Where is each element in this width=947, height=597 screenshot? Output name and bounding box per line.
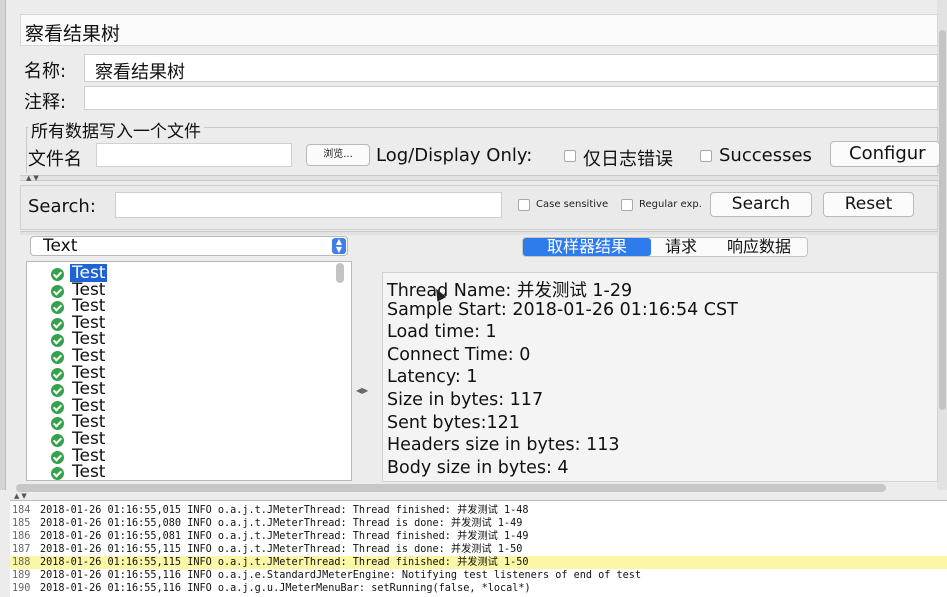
case-sensitive-checkbox[interactable] (518, 199, 530, 211)
success-check-icon (51, 434, 64, 447)
name-input-value: 察看结果树 (95, 62, 185, 83)
log-line: 186 2018-01-26 01:16:55,081 INFO o.a.j.t.… (10, 530, 947, 543)
success-check-icon (51, 467, 64, 480)
success-check-icon (51, 417, 64, 431)
result-line: Body size in bytes: 4 (387, 457, 569, 478)
result-line: Size in bytes: 117 (387, 390, 544, 410)
result-tabs: 取样器结果 请求 响应数据 (522, 237, 808, 257)
success-check-icon (51, 450, 64, 464)
results-tree[interactable]: Test Test Test Test Test Test Test Test Test Test… (26, 261, 352, 481)
log-line: 185 2018-01-26 01:16:55,080 INFO o.a.j.t.… (10, 517, 947, 530)
browse-button[interactable]: 浏览... (306, 144, 370, 166)
success-check-icon (51, 351, 64, 364)
vertical-splitter[interactable]: ◀▶ (356, 236, 368, 482)
tab-sampler-result[interactable]: 取样器结果 (523, 238, 651, 256)
log-display-only-label: Log/Display Only: (376, 145, 533, 166)
log-line: 187 2018-01-26 01:16:55,115 INFO o.a.j.t.… (10, 543, 947, 556)
log-line-number: 187 (12, 544, 31, 555)
select-arrows-icon: ▲ ▼ (332, 238, 346, 254)
result-line: Headers size in bytes: 113 (387, 435, 620, 456)
result-line: Sample Start: 2018-01-26 01:16:54 CST (387, 299, 738, 320)
search-button[interactable]: Search (710, 192, 812, 217)
regex-checkbox[interactable] (621, 199, 633, 211)
filename-input[interactable] (96, 143, 292, 167)
success-check-icon (51, 317, 64, 331)
log-line-number: 190 (12, 583, 31, 594)
panel-title: 察看结果树 (25, 23, 121, 45)
errors-only-checkbox[interactable] (564, 150, 576, 162)
result-line: Connect Time: 0 (387, 344, 531, 365)
reset-button[interactable]: Reset (823, 192, 914, 217)
log-line-text: 2018-01-26 01:16:55,116 INFO o.a.j.g.u.J… (40, 583, 531, 594)
configure-button[interactable]: Configur (830, 141, 940, 167)
file-group-title: 所有数据写入一个文件 (28, 117, 204, 142)
success-check-icon (51, 400, 64, 414)
name-label: 名称: (24, 61, 67, 82)
sampler-result-pane: Thread Name: 并发测试 1-29 Sample Start: 2018… (382, 272, 938, 482)
success-check-icon (51, 384, 64, 398)
result-line: Thread Name: 并发测试 1-29 (387, 281, 633, 301)
bottom-splitter-arrows-icon[interactable]: ▲▼ (14, 492, 29, 500)
middle-splitter[interactable] (20, 231, 938, 235)
tab-response-data[interactable]: 响应数据 (711, 238, 807, 256)
name-input[interactable]: 察看结果树 (84, 54, 938, 83)
search-input[interactable] (115, 192, 502, 218)
renderer-select-value: Text (43, 236, 78, 256)
tree-item-label: Test (72, 462, 106, 481)
log-line-number: 185 (12, 518, 31, 529)
success-check-icon (51, 284, 64, 298)
regex-label: Regular exp. (639, 199, 702, 210)
errors-only-label: 仅日志错误 (583, 149, 673, 170)
result-line: Sent bytes:121 (387, 412, 520, 433)
log-line: 184 2018-01-26 01:16:55,015 INFO o.a.j.t.… (10, 504, 947, 517)
success-check-icon (51, 268, 64, 281)
log-line-text: 2018-01-26 01:16:55,015 INFO o.a.j.t.JMe… (40, 505, 529, 516)
log-line-number: 184 (12, 505, 31, 516)
log-line: 189 2018-01-26 01:16:55,116 INFO o.a.j.e.… (10, 569, 947, 582)
log-line: 188 2018-01-26 01:16:55,115 INFO o.a.j.t.… (10, 556, 947, 569)
filename-label: 文件名 (28, 149, 82, 170)
result-line: Load time: 1 (387, 322, 497, 343)
log-line-text: 2018-01-26 01:16:55,115 INFO o.a.j.t.JMe… (40, 544, 523, 555)
log-line-text: 2018-01-26 01:16:55,115 INFO o.a.j.t.JMe… (40, 557, 529, 568)
renderer-select[interactable]: Text ▲ ▼ (30, 236, 348, 256)
log-line-text: 2018-01-26 01:16:55,116 INFO o.a.j.e.Sta… (40, 570, 642, 581)
tree-scrollbar-thumb[interactable] (336, 263, 344, 283)
left-panel-edge (0, 0, 6, 490)
log-line-text: 2018-01-26 01:16:55,080 INFO o.a.j.t.JMe… (40, 518, 523, 529)
log-line-number: 189 (12, 570, 31, 581)
splitter-grip-icon[interactable]: ◀▶ (356, 386, 368, 395)
log-line: 190 2018-01-26 01:16:55,116 INFO o.a.j.g.… (10, 582, 947, 595)
case-sensitive-label: Case sensitive (536, 199, 609, 210)
view-results-tree-panel: 察看结果树 名称: 察看结果树 注释: 所有数据写入一个文件 文件名 浏览...… (18, 0, 947, 490)
horizontal-scrollbar-thumb[interactable] (16, 484, 886, 492)
panel-title-bar: 察看结果树 (20, 14, 938, 46)
successes-label: Successes (719, 145, 812, 166)
comment-input[interactable] (84, 86, 938, 110)
result-line: Latency: 1 (387, 367, 478, 388)
successes-checkbox[interactable] (700, 150, 712, 162)
log-line-number: 186 (12, 531, 31, 542)
log-line-text: 2018-01-26 01:16:55,081 INFO o.a.j.t.JMe… (40, 531, 529, 542)
search-label: Search: (28, 196, 96, 217)
log-viewer[interactable]: 184 2018-01-26 01:16:55,015 INFO o.a.j.t.… (10, 500, 947, 597)
comment-label: 注释: (24, 92, 67, 113)
success-check-icon (51, 367, 64, 381)
tab-request[interactable]: 请求 (653, 238, 709, 256)
log-line-number: 188 (12, 557, 31, 568)
success-check-icon (51, 301, 64, 315)
top-splitter-arrows-icon[interactable]: ▲▼ (26, 174, 41, 182)
success-check-icon (51, 334, 64, 348)
top-splitter[interactable] (20, 175, 938, 181)
